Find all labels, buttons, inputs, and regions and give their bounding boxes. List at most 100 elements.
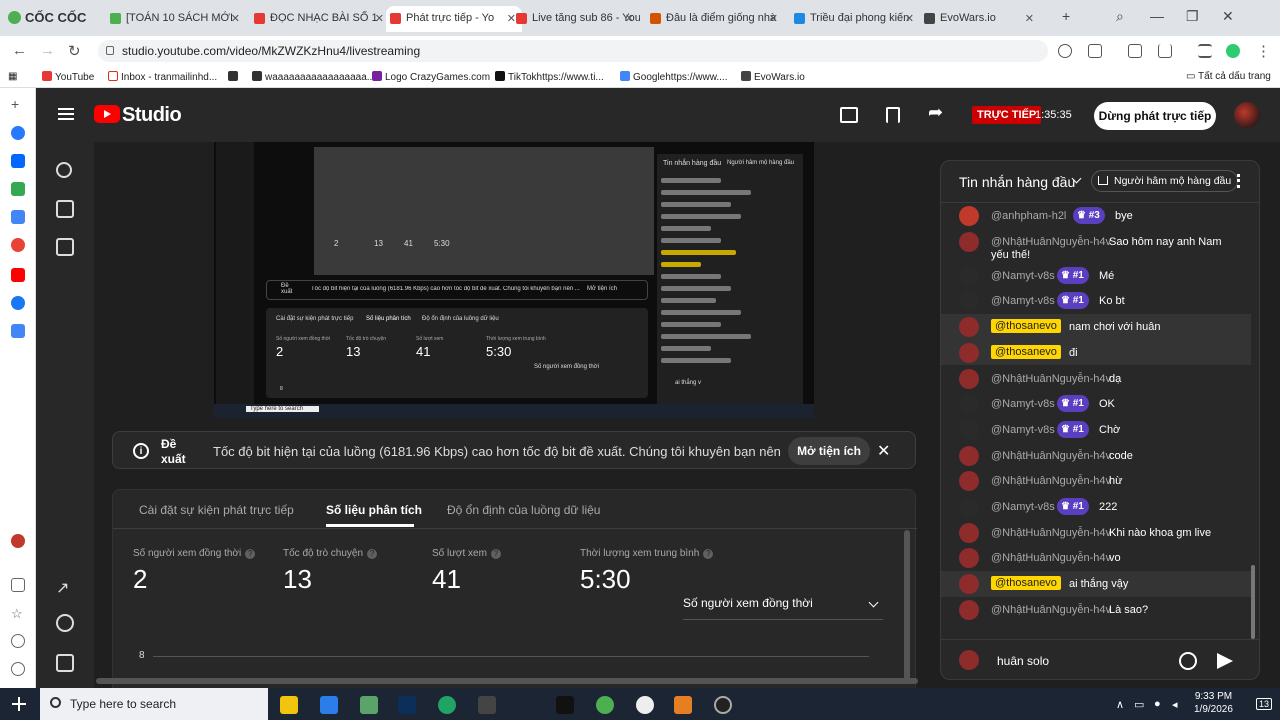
- close-tab-icon[interactable]: ✕: [625, 12, 634, 25]
- chat-mode-selector[interactable]: Tin nhắn hàng đầu: [959, 174, 1075, 190]
- bookmark-item[interactable]: waaaaaaaaaaaaaaaaa...: [252, 71, 375, 83]
- file-explorer-icon[interactable]: [280, 696, 298, 714]
- camera-icon[interactable]: [56, 200, 74, 218]
- bookmark-item[interactable]: [228, 71, 241, 83]
- chat-message[interactable]: @NhậtHuânNguyễn-h4v Là sao?: [941, 597, 1251, 623]
- top-fans-button[interactable]: Người hâm mộ hàng đầu: [1091, 170, 1239, 192]
- tab-stream-health[interactable]: Độ ổn định của luồng dữ liệu: [447, 503, 600, 517]
- clapperboard-icon[interactable]: [840, 107, 858, 123]
- browser-tab[interactable]: ĐỌC NHẠC BÀI SỐ 1 ✕: [250, 6, 390, 32]
- obs-icon[interactable]: [714, 696, 732, 714]
- browser-tab[interactable]: [TOÁN 10 SÁCH MỚI ✕: [106, 6, 246, 32]
- chat-author[interactable]: @Namyt-v8s: [991, 295, 1055, 307]
- facebook-icon[interactable]: [11, 296, 25, 310]
- live-stream-icon[interactable]: [56, 162, 72, 178]
- chat-author[interactable]: @NhậtHuânNguyễn-h4v: [991, 236, 1111, 248]
- photoshop-icon[interactable]: [398, 696, 416, 714]
- chat-author[interactable]: @NhậtHuânNguyễn-h4v: [991, 527, 1111, 539]
- menu-icon[interactable]: ⋮: [1256, 42, 1271, 60]
- chat-author[interactable]: @NhậtHuânNguyễn-h4v: [991, 604, 1111, 616]
- browser-tab[interactable]: EvoWars.io ✕: [920, 6, 1040, 32]
- hamburger-menu-icon[interactable]: [58, 108, 74, 120]
- chat-author[interactable]: @thosanevo: [991, 344, 1061, 359]
- chat-message[interactable]: @NhậtHuânNguyễn-h4v Sao hôm nay anh Nam yế…: [941, 229, 1251, 263]
- search-tabs-icon[interactable]: ⌕: [1116, 8, 1124, 25]
- profile-avatar[interactable]: [1226, 44, 1240, 58]
- chat-author[interactable]: @Namyt-v8s: [991, 501, 1055, 513]
- channel-avatar[interactable]: [1234, 102, 1260, 128]
- stream-preview[interactable]: 2 13 41 5:30 Tin nhắn hàng đầu Người hâm…: [214, 142, 814, 418]
- volume-icon[interactable]: ◂: [1172, 698, 1178, 711]
- bookmark-item[interactable]: Googlehttps://www....: [620, 71, 728, 83]
- help-icon[interactable]: ?: [490, 549, 501, 559]
- gear-icon[interactable]: [56, 614, 74, 632]
- chat-message[interactable]: @Namyt-v8s ♛ #1 Mé: [941, 263, 1251, 289]
- bookmark-icon[interactable]: [886, 107, 900, 123]
- chat-scrollbar[interactable]: [1251, 565, 1255, 639]
- forward-icon[interactable]: →: [40, 42, 55, 59]
- chat-message[interactable]: @thosanevo ai thắng vậy: [941, 571, 1251, 597]
- send-icon[interactable]: [1217, 653, 1233, 669]
- chat-message[interactable]: @thosanevo đi: [941, 339, 1251, 366]
- bookmark-item[interactable]: EvoWars.io: [741, 71, 805, 83]
- url-field[interactable]: studio.youtube.com/video/MkZWZKzHnu4/liv…: [98, 40, 1048, 62]
- windows-start-icon[interactable]: [12, 697, 26, 711]
- extension-avatar-icon[interactable]: [11, 534, 25, 548]
- calendar-icon[interactable]: [56, 238, 74, 256]
- browser-tab[interactable]: Triều đại phong kiến ✕: [790, 6, 920, 32]
- chat-message[interactable]: @NhậtHuânNguyễn-h4v dạ: [941, 366, 1251, 392]
- edge-icon[interactable]: [438, 696, 456, 714]
- google-icon[interactable]: [11, 238, 25, 252]
- chat-author[interactable]: @Namyt-v8s: [991, 424, 1055, 436]
- tab-stream-settings[interactable]: Cài đặt sự kiện phát trực tiếp: [139, 503, 294, 517]
- favorites-star-icon[interactable]: ☆: [11, 606, 25, 621]
- extensions-icon[interactable]: [1088, 44, 1102, 58]
- zalo-icon[interactable]: [11, 154, 25, 168]
- chat-input[interactable]: huân solo: [997, 654, 1049, 668]
- tab-analytics[interactable]: Số liệu phân tích: [326, 503, 422, 517]
- chat-message[interactable]: @anhpham-h2l ♛ #3 bye: [941, 203, 1251, 229]
- sidebar-icon[interactable]: [1128, 44, 1142, 58]
- notification-badge[interactable]: 13: [1256, 698, 1273, 710]
- coccoc-taskbar-icon[interactable]: [596, 696, 614, 714]
- clock[interactable]: 9:33 PM 1/9/2026: [1194, 690, 1233, 716]
- emoji-icon[interactable]: [1179, 652, 1197, 670]
- studio-wordmark[interactable]: Studio: [122, 104, 182, 127]
- popout-arrow-icon[interactable]: ↗: [56, 578, 74, 597]
- close-tab-icon[interactable]: ✕: [769, 12, 778, 25]
- tiktok-icon[interactable]: [556, 696, 574, 714]
- youtube-icon[interactable]: [11, 268, 25, 282]
- chat-message[interactable]: @NhậtHuânNguyễn-h4v hừ: [941, 468, 1251, 494]
- chat-author[interactable]: @NhậtHuânNguyễn-h4v: [991, 373, 1111, 385]
- chrome-icon[interactable]: [636, 696, 654, 714]
- feedback-icon[interactable]: [56, 654, 74, 672]
- chat-message[interactable]: @NhậtHuânNguyễn-h4v vo: [941, 545, 1251, 571]
- chat-message[interactable]: @Namyt-v8s ♛ #1 Chờ: [941, 417, 1251, 443]
- all-bookmarks[interactable]: ▭ Tất cả dấu trang: [1186, 71, 1271, 82]
- horizontal-scrollbar[interactable]: [96, 678, 918, 684]
- bookmark-item[interactable]: Logo CrazyGames.com: [372, 71, 490, 83]
- chat-author[interactable]: @thosanevo: [991, 576, 1061, 591]
- download-icon[interactable]: [1158, 44, 1172, 58]
- settings-icon[interactable]: [11, 634, 25, 648]
- browser-tab[interactable]: Live tăng sub 86 - You ✕: [512, 6, 640, 32]
- vertical-scrollbar[interactable]: [904, 530, 910, 680]
- games-icon[interactable]: [11, 182, 25, 196]
- tray-chevron-icon[interactable]: ∧: [1116, 698, 1124, 711]
- new-tab-icon[interactable]: +: [1062, 8, 1070, 24]
- bookmark-item[interactable]: Inbox - tranmailinhd...: [108, 71, 217, 83]
- photos-icon[interactable]: [360, 696, 378, 714]
- capcut-icon[interactable]: [478, 696, 496, 714]
- browser-brand[interactable]: CỐC CỐC: [8, 10, 86, 25]
- chat-message[interactable]: @Namyt-v8s ♛ #1 222: [941, 494, 1251, 520]
- maximize-icon[interactable]: ❐: [1186, 8, 1199, 25]
- apps-icon[interactable]: ▦: [8, 71, 17, 82]
- chat-message[interactable]: @thosanevo nam chơi với huân: [941, 314, 1251, 340]
- help-icon[interactable]: ?: [245, 549, 256, 559]
- bookmark-item[interactable]: TikTokhttps://www.ti...: [495, 71, 604, 83]
- browser-tab[interactable]: Phát trực tiếp - Yo ✕: [386, 6, 522, 32]
- close-tab-icon[interactable]: ✕: [1025, 12, 1034, 25]
- close-tab-icon[interactable]: ✕: [231, 12, 240, 25]
- translate-icon-2[interactable]: [11, 324, 25, 338]
- help-icon[interactable]: ?: [367, 549, 378, 559]
